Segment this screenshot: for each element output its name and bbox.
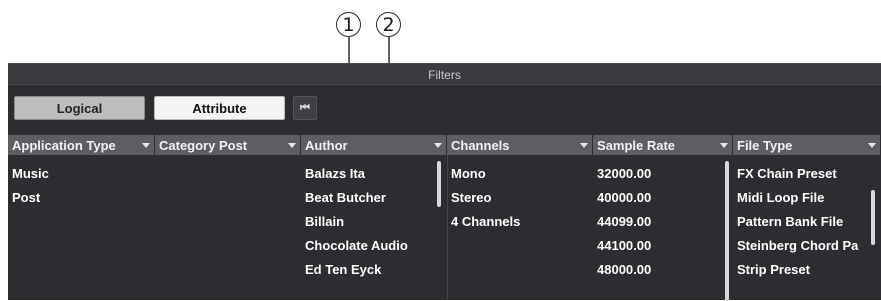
list-item[interactable]: 44099.00 (593, 210, 733, 234)
column-sample-rate: Sample Rate 32000.00 40000.00 44099.00 4… (593, 135, 733, 301)
column-header-label: Channels (451, 137, 510, 153)
list-item[interactable]: 40000.00 (593, 186, 733, 210)
column-application-type: Application Type Music Post (8, 135, 155, 300)
list-item[interactable]: Steinberg Chord Pa (733, 234, 865, 258)
list-item[interactable]: 4 Channels (447, 210, 593, 234)
callout-1: 1 (336, 12, 361, 37)
list-item[interactable]: Strip Preset (733, 258, 865, 282)
list-item[interactable]: Balazs Ita (301, 162, 447, 186)
list-item[interactable]: Billain (301, 210, 447, 234)
column-header-label: Sample Rate (597, 137, 676, 153)
dropdown-arrow-icon[interactable] (288, 143, 296, 148)
dropdown-arrow-icon[interactable] (580, 143, 588, 148)
author-scrollbar[interactable] (437, 161, 441, 207)
skip-to-start-icon: ⏮ (300, 101, 310, 114)
column-header[interactable]: Channels (447, 135, 593, 155)
dropdown-arrow-icon[interactable] (142, 143, 150, 148)
list-item[interactable]: FX Chain Preset (733, 162, 865, 186)
column-header[interactable]: Author (301, 135, 447, 155)
tab-attribute[interactable]: Attribute (154, 96, 285, 120)
list-item[interactable]: Ed Ten Eyck (301, 258, 447, 282)
filter-columns: Application Type Music Post Category Pos… (8, 135, 881, 301)
callout-2: 2 (376, 12, 401, 37)
list-item[interactable]: 44100.00 (593, 234, 733, 258)
list-item[interactable]: 48000.00 (593, 258, 733, 282)
column-header[interactable]: File Type (733, 135, 881, 155)
column-header-label: Category Post (159, 137, 248, 153)
list-item[interactable]: Midi Loop File (733, 186, 865, 210)
column-file-type: File Type FX Chain Preset Midi Loop File… (733, 135, 881, 300)
list-item[interactable]: Mono (447, 162, 593, 186)
tab-logical[interactable]: Logical (14, 96, 145, 120)
dropdown-arrow-icon[interactable] (720, 143, 728, 148)
list-item[interactable]: 32000.00 (593, 162, 733, 186)
column-author: Author Balazs Ita Beat Butcher Billain C… (301, 135, 447, 300)
column-header-label: Author (305, 137, 348, 153)
column-header[interactable]: Application Type (8, 135, 155, 155)
file-type-scrollbar[interactable] (871, 190, 875, 245)
filters-title: Filters (8, 64, 881, 87)
column-header-label: File Type (737, 137, 793, 153)
list-item[interactable]: Post (8, 186, 155, 210)
list-item[interactable]: Pattern Bank File (733, 210, 865, 234)
list-item[interactable]: Beat Butcher (301, 186, 447, 210)
column-category-post: Category Post (155, 135, 301, 300)
column-header-label: Application Type (12, 137, 116, 153)
dropdown-arrow-icon[interactable] (868, 143, 876, 148)
dropdown-arrow-icon[interactable] (434, 143, 442, 148)
list-item[interactable]: Chocolate Audio (301, 234, 447, 258)
column-header[interactable]: Sample Rate (593, 135, 733, 155)
column-channels: Channels Mono Stereo 4 Channels (447, 135, 593, 300)
column-header[interactable]: Category Post (155, 135, 301, 155)
list-item[interactable]: Music (8, 162, 155, 186)
sample-rate-scrollbar[interactable] (725, 161, 729, 301)
filters-panel: Filters Logical Attribute ⏮ Application … (8, 63, 881, 301)
filter-mode-tabs: Logical Attribute ⏮ (14, 96, 317, 120)
reset-filters-button[interactable]: ⏮ (293, 96, 317, 120)
list-item[interactable]: Stereo (447, 186, 593, 210)
